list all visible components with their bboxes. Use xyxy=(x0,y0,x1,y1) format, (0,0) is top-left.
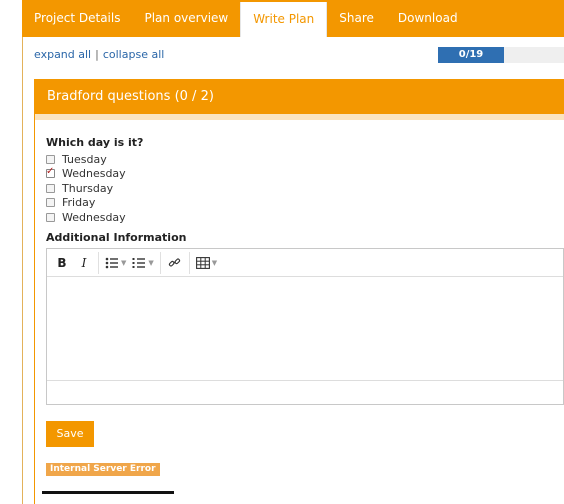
progress-text: 0/19 xyxy=(458,49,484,60)
progress-bar: 0/19 xyxy=(438,47,564,63)
toolbar-divider xyxy=(159,251,161,274)
checkbox[interactable] xyxy=(46,154,55,164)
bullet-list-button[interactable]: ▼ xyxy=(102,252,129,274)
numbered-list-icon xyxy=(132,257,146,268)
link-icon xyxy=(169,258,181,267)
editor-text-area[interactable] xyxy=(47,277,563,381)
tab-plan-overview[interactable]: Plan overview xyxy=(132,0,240,37)
toolbar-divider xyxy=(188,251,190,274)
link-button[interactable] xyxy=(164,252,186,274)
chevron-down-icon: ▼ xyxy=(121,258,127,267)
italic-button[interactable]: I xyxy=(73,252,95,274)
editor-toolbar: B I ▼ ▼ ▼ xyxy=(47,249,563,277)
table-icon xyxy=(195,256,210,269)
option-row[interactable]: Tuesday xyxy=(46,152,126,167)
bullet-list-icon xyxy=(105,257,118,268)
link-separator: | xyxy=(95,48,99,61)
option-label: Wednesday xyxy=(62,210,126,224)
option-row[interactable]: Wednesday xyxy=(46,210,126,225)
expand-collapse-links: expand all | collapse all xyxy=(34,48,164,61)
section-header[interactable]: Bradford questions (0 / 2) xyxy=(35,79,564,114)
editor-status-bar xyxy=(47,381,563,404)
rich-text-editor: B I ▼ ▼ ▼ xyxy=(46,248,564,405)
tab-share[interactable]: Share xyxy=(327,0,386,37)
option-row[interactable]: Wednesday xyxy=(46,166,126,182)
content-frame-border xyxy=(22,37,23,504)
tab-write-plan[interactable]: Write Plan xyxy=(240,2,328,37)
bold-button[interactable]: B xyxy=(51,252,73,274)
option-row[interactable]: Friday xyxy=(46,196,126,211)
expand-all-link[interactable]: expand all xyxy=(34,48,91,61)
checkbox[interactable] xyxy=(46,198,55,208)
checkbox-checked[interactable] xyxy=(46,166,55,179)
toolbar-divider xyxy=(98,251,99,274)
option-label: Thursday xyxy=(62,181,114,195)
additional-info-label: Additional Information xyxy=(46,231,187,244)
table-button[interactable]: ▼ xyxy=(193,252,220,274)
option-label: Wednesday xyxy=(62,167,126,181)
bottom-divider xyxy=(42,491,174,494)
option-row[interactable]: Thursday xyxy=(46,181,126,196)
collapse-all-link[interactable]: collapse all xyxy=(103,48,164,61)
option-label: Tuesday xyxy=(62,152,107,166)
checkbox[interactable] xyxy=(46,212,55,222)
section-header-underline xyxy=(35,114,564,120)
option-label: Friday xyxy=(62,196,96,210)
numbered-list-button[interactable]: ▼ xyxy=(129,252,156,274)
save-button[interactable]: Save xyxy=(46,421,94,447)
checkbox[interactable] xyxy=(46,183,55,193)
tab-bar: Project Details Plan overview Write Plan… xyxy=(22,0,564,37)
chevron-down-icon: ▼ xyxy=(148,258,154,267)
chevron-down-icon: ▼ xyxy=(211,258,218,267)
tab-project-details[interactable]: Project Details xyxy=(22,0,132,37)
tab-download[interactable]: Download xyxy=(386,0,470,37)
checkbox-group: Tuesday Wednesday Thursday Friday Wednes… xyxy=(46,152,126,225)
question-label: Which day is it? xyxy=(46,136,144,149)
error-badge: Internal Server Error xyxy=(46,463,160,476)
